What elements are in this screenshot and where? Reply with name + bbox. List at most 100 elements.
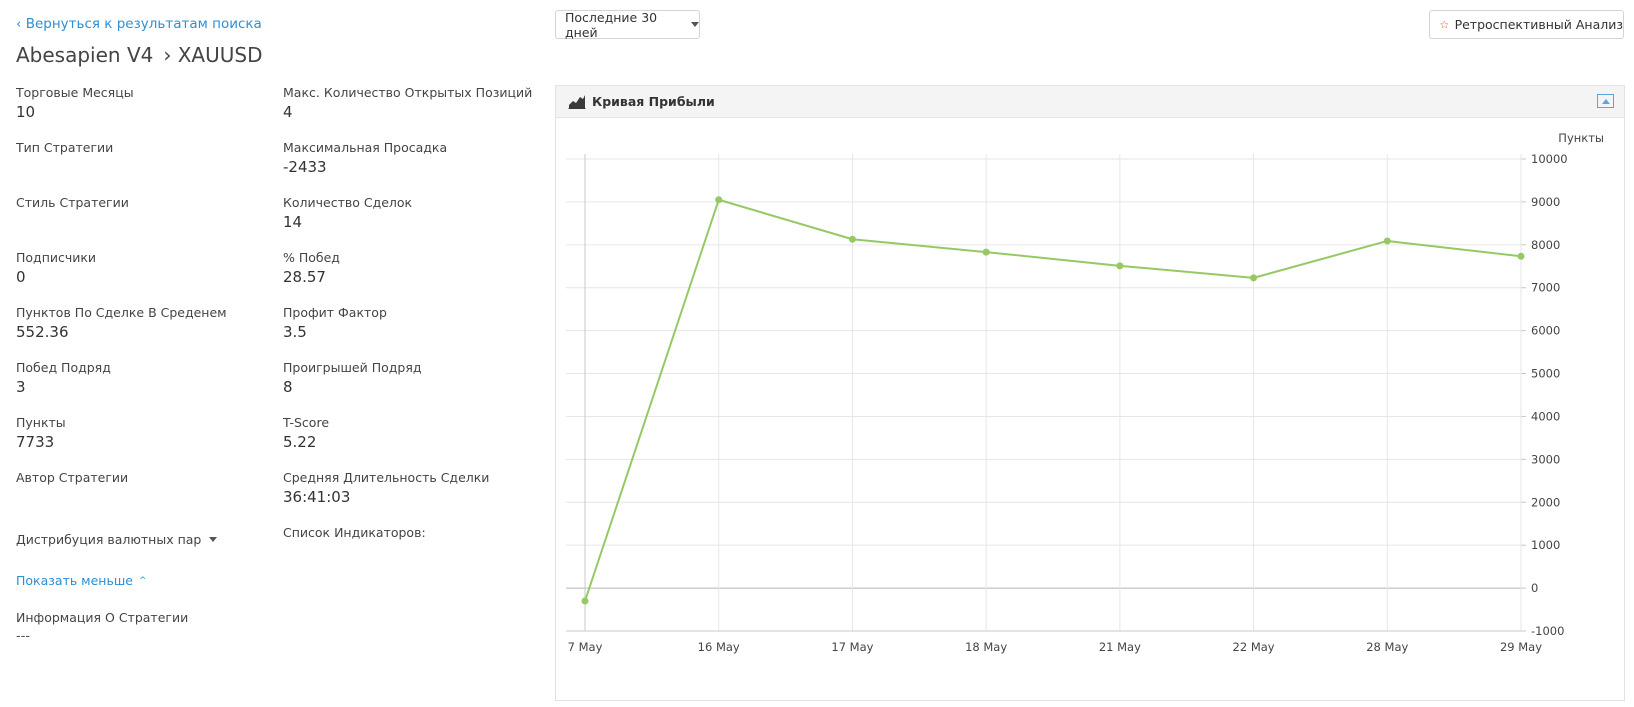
stat-label: Подписчики [16,250,97,265]
profit-curve-chart: Пункты -1000 0 1000 2000 3000 4000 5000 6000 700… [566,131,1604,654]
stat-profit-factor: Профит Фактор 3.5 [283,305,387,341]
stat-label: T-Score [283,415,330,430]
stat-value: 552.36 [16,323,69,341]
stat-value: 3 [16,378,26,396]
stat-label: Автор Стратегии [16,470,129,485]
stat-value: 0 [16,268,26,286]
retrospective-analysis-button[interactable]: Ретроспективный Анализ [1429,10,1624,39]
stat-value: 28.57 [283,268,326,286]
y-tick-label: 6000 [1531,324,1560,338]
y-tick-label: 2000 [1531,495,1560,509]
show-less-link[interactable]: Показать меньше ^ [16,573,147,588]
stat-label: Тип Стратегии [16,140,114,155]
stat-value: 8 [283,378,293,396]
data-point [715,196,723,204]
stat-label: Пунктов По Сделке В Среденем [16,305,227,320]
symbol-name: › XAUUSD [163,43,263,67]
y-tick-label: 3000 [1531,452,1560,466]
stat-value: 14 [283,213,303,231]
stat-t-score: T-Score 5.22 [283,415,329,451]
stat-label: Средняя Длительность Сделки [283,470,490,485]
data-point [1116,262,1124,270]
stat-trades-count: Количество Сделок 14 [283,195,412,231]
strategy-info-label: Информация О Стратегии [16,610,189,625]
x-tick-label: 16 May [698,640,740,654]
stat-label: Побед Подряд [16,360,111,375]
x-tick-label: 21 May [1099,640,1141,654]
stat-label: Торговые Месяцы [16,85,134,100]
y-tick-label: 4000 [1531,409,1560,423]
data-point [1517,252,1525,260]
x-tick-label: 29 May [1500,640,1542,654]
stat-label: Стиль Стратегии [16,195,129,210]
y-tick-label: 10000 [1531,152,1568,166]
stat-subscribers: Подписчики 0 [16,250,96,286]
x-tick-label: 28 May [1366,640,1408,654]
stat-avg-trade-duration: Средняя Длительность Сделки 36:41:03 [283,470,489,506]
back-to-results-link[interactable]: ‹ Вернуться к результатам поиска [16,16,262,32]
data-point [982,248,990,256]
period-select[interactable]: Последние 30 дней [555,9,700,40]
data-point [1383,237,1391,245]
stat-strategy-style: Стиль Стратегии [16,195,129,213]
retro-button-label: Ретроспективный Анализ [1454,17,1623,32]
data-point [581,597,589,605]
chart-title: Кривая Прибыли [592,94,715,109]
stat-max-open-positions: Макс. Количество Открытых Позиций 4 [283,85,532,121]
stat-avg-points-per-trade: Пунктов По Сделке В Среденем 552.36 [16,305,227,341]
y-tick-label: 8000 [1531,238,1560,252]
y-tick-label: 0 [1531,581,1538,595]
stat-losses-in-row: Проигрышей Подряд 8 [283,360,422,396]
stat-value: 36:41:03 [283,488,351,506]
stat-label: Проигрышей Подряд [283,360,422,375]
strategy-info: Информация О Стратегии --- [16,610,188,644]
y-tick-label: -1000 [1531,624,1564,638]
chevron-down-icon [691,22,699,27]
show-less-label: Показать меньше [16,573,133,588]
stat-label: Профит Фактор [283,305,387,320]
data-point [848,235,856,243]
y-tick-label: 7000 [1531,281,1560,295]
chevron-down-icon [209,537,218,542]
strategy-name: Abesapien V4 [16,43,154,67]
stat-label: Макс. Количество Открытых Позиций [283,85,533,100]
series-line [584,198,1522,602]
chevron-up-icon: ^ [138,576,147,586]
x-tick-label: 7 May [568,640,603,654]
star-outline-icon [1440,20,1449,29]
stat-win-percent: % Побед 28.57 [283,250,340,286]
profit-curve-panel: Кривая Прибыли Пункты -1000 0 1000 2000 3000… [555,85,1625,701]
stat-strategy-author: Автор Стратегии [16,470,128,488]
area-chart-icon [568,95,586,109]
stat-wins-in-row: Побед Подряд 3 [16,360,111,396]
y-axis-title: Пункты [1558,131,1604,145]
data-point [1250,274,1258,282]
currency-distribution-toggle[interactable]: Дистрибуция валютных пар [16,532,218,547]
stat-trading-months: Торговые Месяцы 10 [16,85,134,121]
stat-value: 3.5 [283,323,307,341]
stat-value: 10 [16,103,36,121]
y-tick-label: 5000 [1531,367,1560,381]
stat-value: 4 [283,103,293,121]
stat-label: Количество Сделок [283,195,413,210]
strategy-info-value: --- [16,629,31,644]
period-select-value: Последние 30 дней [565,9,658,40]
stat-value: 7733 [16,433,55,451]
stat-value: 5.22 [283,433,317,451]
x-tick-label: 22 May [1233,640,1275,654]
y-tick-label: 9000 [1531,195,1560,209]
stat-max-drawdown: Максимальная Просадка -2433 [283,140,447,176]
stat-label: Пункты [16,415,66,430]
stat-value: -2433 [283,158,327,176]
y-tick-label: 1000 [1531,538,1560,552]
currency-distribution-label: Дистрибуция валютных пар [16,532,202,547]
stat-label: % Побед [283,250,340,265]
stat-label: Максимальная Просадка [283,140,448,155]
indicators-list-label: Список Индикаторов: [283,525,426,540]
chart-header: Кривая Прибыли [556,86,1624,118]
page-title: Abesapien V4 › XAUUSD [16,43,262,67]
collapse-up-icon[interactable] [1597,94,1614,108]
x-tick-label: 17 May [831,640,873,654]
x-tick-label: 18 May [965,640,1007,654]
stat-strategy-type: Тип Стратегии [16,140,113,158]
